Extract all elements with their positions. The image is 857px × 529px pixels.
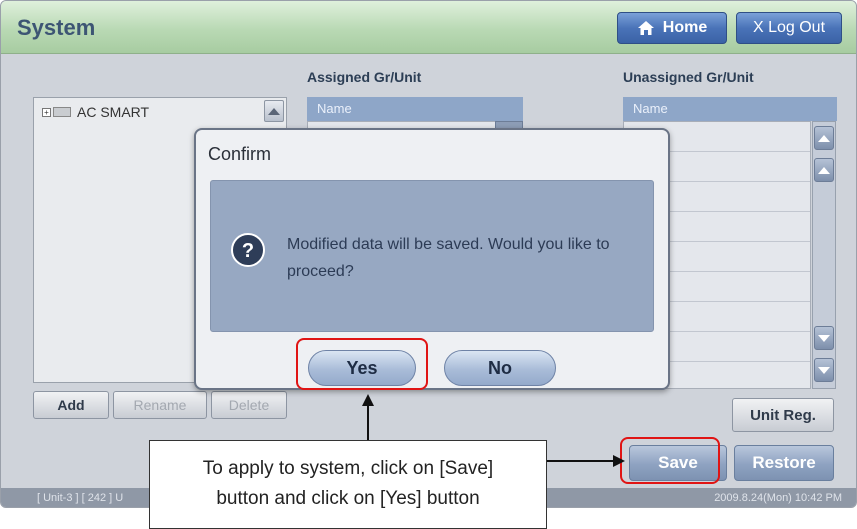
- no-button[interactable]: No: [444, 350, 556, 386]
- unassigned-label: Unassigned Gr/Unit: [623, 69, 754, 85]
- delete-button[interactable]: Delete: [211, 391, 287, 419]
- callout-line-2: button and click on [Yes] button: [216, 488, 480, 509]
- scroll-bottom-button[interactable]: [814, 358, 834, 382]
- assigned-label: Assigned Gr/Unit: [307, 69, 422, 85]
- down-icon: [818, 335, 830, 342]
- status-unit-info: [ Unit-3 ] [ 242 ] U: [37, 492, 124, 504]
- home-button[interactable]: Home: [617, 12, 727, 44]
- scroll-down-button[interactable]: [814, 326, 834, 350]
- restore-button[interactable]: Restore: [734, 445, 834, 481]
- callout-connector-right: [547, 460, 615, 462]
- dialog-title: Confirm: [208, 144, 272, 164]
- double-up-icon: [818, 135, 830, 142]
- add-button[interactable]: Add: [33, 391, 109, 419]
- unassigned-name-header: Name: [623, 97, 837, 121]
- rename-button[interactable]: Rename: [113, 391, 207, 419]
- save-highlight-box: [620, 437, 720, 484]
- dialog-message: Modified data will be saved. Would you l…: [287, 236, 610, 280]
- instruction-callout: To apply to system, click on [Save] butt…: [149, 440, 547, 529]
- tree-node-root[interactable]: + AC SMART: [42, 104, 149, 120]
- status-datetime: 2009.8.24(Mon) 10:42 PM: [714, 492, 842, 504]
- double-down-icon: [818, 367, 830, 374]
- assigned-name-header: Name: [307, 97, 523, 121]
- home-icon: [637, 21, 654, 35]
- yes-highlight-box: [296, 338, 428, 390]
- folder-icon: [53, 107, 71, 117]
- callout-connector-up: [367, 403, 369, 440]
- svg-text:?: ?: [242, 240, 254, 262]
- unassigned-scrollbar[interactable]: [812, 121, 836, 389]
- unit-reg-button[interactable]: Unit Reg.: [732, 398, 834, 432]
- arrow-right-pointer: [613, 455, 625, 467]
- scroll-up-button[interactable]: [814, 158, 834, 182]
- up-icon: [818, 167, 830, 174]
- arrow-up-icon: [268, 108, 280, 115]
- arrow-up-pointer: [362, 394, 374, 406]
- expand-icon[interactable]: +: [42, 107, 51, 117]
- logout-button[interactable]: X Log Out: [736, 12, 842, 44]
- title-bar: System Home X Log Out: [1, 1, 856, 54]
- page-title: System: [17, 15, 96, 40]
- question-icon: ?: [231, 233, 265, 267]
- callout-line-1: To apply to system, click on [Save]: [202, 458, 494, 479]
- tree-scroll-up-button[interactable]: [264, 100, 284, 122]
- dialog-message-area: ? Modified data will be saved. Would you…: [210, 180, 654, 332]
- home-button-label: Home: [662, 19, 708, 36]
- confirm-dialog: Confirm ? Modified data will be saved. W…: [194, 128, 670, 390]
- tree-node-label: AC SMART: [77, 104, 150, 120]
- scroll-top-button[interactable]: [814, 126, 834, 150]
